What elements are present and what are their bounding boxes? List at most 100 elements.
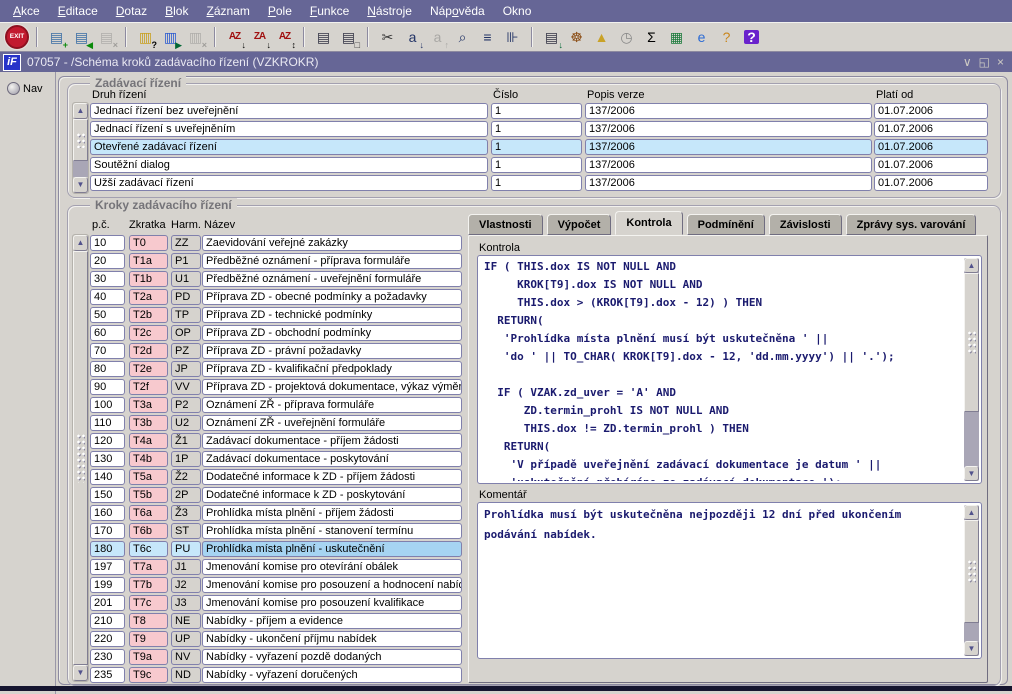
tab-kontrola[interactable]: Kontrola — [615, 211, 682, 235]
menu-item[interactable]: Blok — [156, 1, 197, 21]
nazev-field[interactable]: Zadávací dokumentace - příjem žádosti — [202, 433, 462, 449]
exit-button[interactable]: EXIT — [5, 25, 29, 49]
harm-field[interactable]: ZZ — [171, 235, 201, 251]
zkratka-field[interactable]: T7b — [129, 577, 168, 593]
nazev-field[interactable]: Příprava ZD - kvalifikační předpoklady — [202, 361, 462, 377]
nazev-field[interactable]: Prohlídka místa plnění - uskutečnění — [202, 541, 462, 557]
nazev-field[interactable]: Dodatečné informace k ZD - poskytování — [202, 487, 462, 503]
nazev-field[interactable]: Příprava ZD - obecné podmínky a požadavk… — [202, 289, 462, 305]
pc-field[interactable]: 10 — [90, 235, 125, 251]
druh-rizeni-field[interactable]: Jednací řízení bez uveřejnění — [90, 103, 488, 119]
nazev-field[interactable]: Prohlídka místa plnění - stanovení termí… — [202, 523, 462, 539]
nazev-field[interactable]: Příprava ZD - právní požadavky — [202, 343, 462, 359]
nazev-field[interactable]: Předběžné oznámení - příprava formuláře — [202, 253, 462, 269]
harm-field[interactable]: Ž2 — [171, 469, 201, 485]
harm-field[interactable]: ND — [171, 667, 201, 683]
nav-radio[interactable] — [7, 82, 20, 95]
pc-field[interactable]: 30 — [90, 271, 125, 287]
harm-field[interactable]: 1P — [171, 451, 201, 467]
nazev-field[interactable]: Oznámení ZŘ - příprava formuláře — [202, 397, 462, 413]
pc-field[interactable]: 90 — [90, 379, 125, 395]
popis-verze-field[interactable]: 137/2006 — [585, 157, 872, 173]
cislo-field[interactable]: 1 — [491, 139, 582, 155]
nazev-field[interactable]: Nabídky - vyřazení doručených — [202, 667, 462, 683]
sort-descending-icon[interactable]: ZA ↓ — [248, 26, 271, 49]
tab-podmineni[interactable]: Podmínění — [687, 214, 765, 235]
komentar-textarea[interactable]: Prohlídka musí být uskutečněna nejpozděj… — [477, 502, 982, 659]
restore-button[interactable]: ◱ — [979, 56, 990, 68]
execute-query-icon[interactable]: ▥ ▶ — [159, 26, 182, 49]
zkratka-field[interactable]: T5b — [129, 487, 168, 503]
scroll-down-button[interactable]: ▼ — [964, 466, 979, 481]
menu-item[interactable]: Editace — [49, 1, 107, 21]
enter-query-icon[interactable]: ▥ ? — [134, 26, 157, 49]
pc-field[interactable]: 150 — [90, 487, 125, 503]
zkratka-field[interactable]: T9c — [129, 667, 168, 683]
nazev-field[interactable]: Nabídky - vyřazení pozdě dodaných — [202, 649, 462, 665]
cancel-query-icon[interactable]: ▥ × — [184, 26, 207, 49]
tab-zavislosti[interactable]: Závislosti — [769, 214, 842, 235]
pc-field[interactable]: 235 — [90, 667, 125, 683]
pc-field[interactable]: 160 — [90, 505, 125, 521]
pc-field[interactable]: 110 — [90, 415, 125, 431]
menu-item[interactable]: Funkce — [301, 1, 358, 21]
procedures-scrollbar[interactable]: ▲ ▼ — [72, 102, 89, 194]
nazev-field[interactable]: Nabídky - ukončení příjmu nabídek — [202, 631, 462, 647]
harm-field[interactable]: TP — [171, 307, 201, 323]
pc-field[interactable]: 210 — [90, 613, 125, 629]
sort-ascending-icon[interactable]: AZ ↓ — [223, 26, 246, 49]
harm-field[interactable]: ST — [171, 523, 201, 539]
harm-field[interactable]: P1 — [171, 253, 201, 269]
scroll-track[interactable] — [964, 273, 979, 466]
menu-item[interactable]: Okno — [494, 1, 541, 21]
zkratka-field[interactable]: T7c — [129, 595, 168, 611]
record-list-icon[interactable]: ≡ — [476, 26, 499, 49]
zkratka-field[interactable]: T6c — [129, 541, 168, 557]
scroll-down-button[interactable]: ▼ — [964, 641, 979, 656]
harm-field[interactable]: NV — [171, 649, 201, 665]
plati-od-field[interactable]: 01.07.2006 — [874, 157, 988, 173]
zkratka-field[interactable]: T8 — [129, 613, 168, 629]
pc-field[interactable]: 230 — [90, 649, 125, 665]
menu-item[interactable]: Pole — [259, 1, 301, 21]
zkratka-field[interactable]: T1b — [129, 271, 168, 287]
harm-field[interactable]: J3 — [171, 595, 201, 611]
zkratka-field[interactable]: T1a — [129, 253, 168, 269]
menu-item[interactable]: Nástroje — [358, 1, 421, 21]
copy-down-icon[interactable]: a ↓ — [401, 26, 424, 49]
code-scrollbar[interactable]: ▲ ▼ — [964, 258, 979, 481]
find-icon[interactable]: ⌕ — [451, 26, 474, 49]
pyramid-icon[interactable]: ▲ — [590, 26, 613, 49]
zkratka-field[interactable]: T3a — [129, 397, 168, 413]
pc-field[interactable]: 170 — [90, 523, 125, 539]
kontrola-code-textarea[interactable]: IF ( THIS.dox IS NOT NULL AND KROK[T9].d… — [477, 255, 982, 484]
pc-field[interactable]: 50 — [90, 307, 125, 323]
pc-field[interactable]: 20 — [90, 253, 125, 269]
sum-icon[interactable]: Σ — [640, 26, 663, 49]
nazev-field[interactable]: Oznámení ZŘ - uveřejnění formuláře — [202, 415, 462, 431]
harm-field[interactable]: P2 — [171, 397, 201, 413]
nazev-field[interactable]: Jmenování komise pro posouzení kvalifika… — [202, 595, 462, 611]
zkratka-field[interactable]: T6a — [129, 505, 168, 521]
nazev-field[interactable]: Zaevidování veřejné zakázky — [202, 235, 462, 251]
pc-field[interactable]: 140 — [90, 469, 125, 485]
zkratka-field[interactable]: T3b — [129, 415, 168, 431]
harm-field[interactable]: U2 — [171, 415, 201, 431]
harm-field[interactable]: Ž1 — [171, 433, 201, 449]
menu-item[interactable]: Dotaz — [107, 1, 156, 21]
popis-verze-field[interactable]: 137/2006 — [585, 121, 872, 137]
navigator-wheel-icon[interactable]: ☸ — [565, 26, 588, 49]
popis-verze-field[interactable]: 137/2006 — [585, 103, 872, 119]
harm-field[interactable]: NE — [171, 613, 201, 629]
scroll-track[interactable] — [73, 251, 88, 665]
comment-scrollbar[interactable]: ▲ ▼ — [964, 505, 979, 656]
harm-field[interactable]: PZ — [171, 343, 201, 359]
nazev-field[interactable]: Příprava ZD - technické podmínky — [202, 307, 462, 323]
plati-od-field[interactable]: 01.07.2006 — [874, 121, 988, 137]
scroll-up-button[interactable]: ▲ — [73, 103, 88, 119]
zkratka-field[interactable]: T2d — [129, 343, 168, 359]
scroll-track[interactable] — [73, 119, 88, 177]
nazev-field[interactable]: Jmenování komise pro posouzení a hodnoce… — [202, 577, 462, 593]
zkratka-field[interactable]: T7a — [129, 559, 168, 575]
harm-field[interactable]: Ž3 — [171, 505, 201, 521]
